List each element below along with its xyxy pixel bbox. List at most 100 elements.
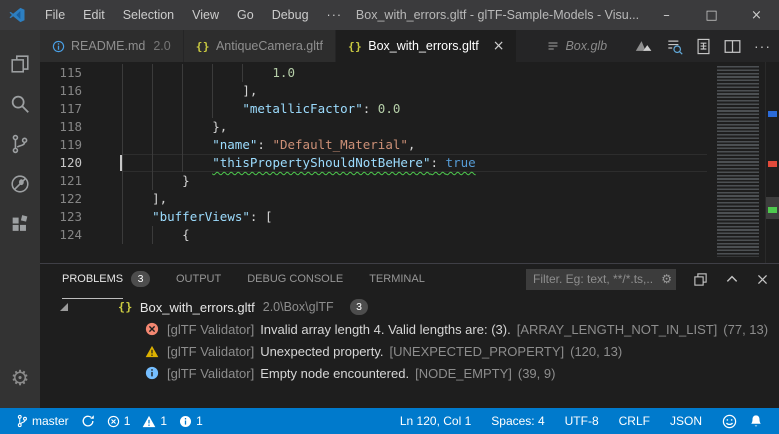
tab-bar: README.md 2.0 {} AntiqueCamera.gltf {} B… <box>40 30 779 62</box>
validation-report-icon[interactable] <box>696 38 711 55</box>
problem-message: Empty node encountered. <box>260 365 410 381</box>
more-actions-icon[interactable]: ··· <box>754 38 771 54</box>
tab-readme[interactable]: README.md 2.0 <box>40 30 184 62</box>
notifications-bell-item[interactable] <box>743 408 769 434</box>
problem-row-error[interactable]: [glTF Validator] Invalid array length 4. … <box>40 318 779 340</box>
indent-guide <box>122 118 123 136</box>
minimap[interactable] <box>707 62 765 263</box>
search-icon[interactable] <box>0 84 40 124</box>
panel-tab-terminal[interactable]: TERMINAL <box>369 264 425 294</box>
indent-guide <box>152 82 154 100</box>
menu-edit[interactable]: Edit <box>74 0 114 30</box>
line-content: "bufferViews": [ <box>122 208 779 226</box>
line-content: ], <box>122 82 779 100</box>
indent-guide <box>122 100 123 118</box>
tab-antiquecamera[interactable]: {} AntiqueCamera.gltf <box>183 30 336 62</box>
problems-file-path: 2.0\Box\glTF <box>262 300 334 314</box>
extensions-icon[interactable] <box>0 204 40 244</box>
line-number: 119 <box>59 137 82 152</box>
close-panel-icon[interactable] <box>756 273 769 286</box>
code-line-119[interactable]: 119 "name": "Default_Material", <box>40 136 779 154</box>
tab-box-glb[interactable]: Box.glb <box>535 30 619 62</box>
feedback-smiley-item[interactable] <box>716 408 743 434</box>
sync-icon <box>82 415 94 427</box>
code-line-124[interactable]: 124 { <box>40 226 779 244</box>
code-editor[interactable]: 115 1.0 116], 117 "metallicFactor": 0.0 118},… <box>40 62 779 263</box>
menu-selection[interactable]: Selection <box>114 0 183 30</box>
open-preview-icon[interactable] <box>666 38 683 55</box>
split-editor-icon[interactable] <box>724 39 741 54</box>
indent-guide <box>242 64 244 82</box>
tab-close-icon[interactable]: × <box>493 39 505 53</box>
panel-header: PROBLEMS 3 OUTPUT DEBUG CONSOLE TERMINAL… <box>40 264 779 299</box>
language-mode-item[interactable]: JSON <box>664 408 708 434</box>
maximize-panel-icon[interactable] <box>725 273 739 285</box>
problem-code: [ARRAY_LENGTH_NOT_IN_LIST] <box>516 321 718 337</box>
problem-row-warning[interactable]: [glTF Validator] Unexpected property. [UNE… <box>40 340 779 362</box>
code-line-118[interactable]: 118}, <box>40 118 779 136</box>
gltf-preview-icon[interactable] <box>635 38 653 54</box>
menu-overflow[interactable]: ··· <box>318 8 352 22</box>
line-number: 121 <box>59 173 82 188</box>
cursor-position-item[interactable]: Ln 120, Col 1 <box>394 408 477 434</box>
problems-file-row[interactable]: {} Box_with_errors.gltf 2.0\Box\glTF 3 <box>40 296 779 318</box>
git-branch-item[interactable]: master <box>10 408 75 434</box>
eol-item[interactable]: CRLF <box>613 408 656 434</box>
json-braces-icon: {} <box>195 39 210 53</box>
menu-view[interactable]: View <box>183 0 228 30</box>
code-line-121[interactable]: 121} <box>40 172 779 190</box>
indentation-item[interactable]: Spaces: 4 <box>485 408 550 434</box>
minimize-button[interactable]: – <box>644 0 689 30</box>
source-control-icon[interactable] <box>0 124 40 164</box>
tab-label: AntiqueCamera.gltf <box>215 39 323 53</box>
code-line-123[interactable]: 123 "bufferViews": [ <box>40 208 779 226</box>
panel-tab-problems[interactable]: PROBLEMS 3 <box>62 264 150 299</box>
errors-item[interactable]: 1 <box>101 408 137 434</box>
indent-guide <box>152 136 154 154</box>
menu-go[interactable]: Go <box>228 0 263 30</box>
sync-item[interactable] <box>75 408 101 434</box>
line-content: "metallicFactor": 0.0 <box>122 100 779 118</box>
code-line-120[interactable]: 120 "thisPropertyShouldNotBeHere": true <box>40 154 779 172</box>
problem-position: (77, 13) <box>723 321 769 337</box>
warnings-item[interactable]: 1 <box>136 408 173 434</box>
panel-tab-output[interactable]: OUTPUT <box>176 264 221 294</box>
maximize-button[interactable]: □ <box>689 0 734 30</box>
indent-guide <box>122 82 123 100</box>
vscode-logo-icon <box>9 7 25 23</box>
explorer-icon[interactable] <box>0 44 40 84</box>
tab-label: README.md <box>71 39 146 53</box>
warning-squiggle: "thisPropertyShouldNotBeHere": true <box>212 155 476 170</box>
encoding-item[interactable]: UTF-8 <box>559 408 605 434</box>
ruler-error-mark <box>768 161 777 167</box>
problem-row-info[interactable]: [glTF Validator] Empty node encountered. [… <box>40 362 779 384</box>
code-line-117[interactable]: 117 "metallicFactor": 0.0 <box>40 100 779 118</box>
line-content: }, <box>122 118 779 136</box>
code-line-115[interactable]: 115 1.0 <box>40 64 779 82</box>
debug-icon[interactable] <box>0 164 40 204</box>
panel-tab-debug-console[interactable]: DEBUG CONSOLE <box>247 264 343 294</box>
infos-item[interactable]: 1 <box>173 408 209 434</box>
problem-rows: [glTF Validator] Invalid array length 4. … <box>40 318 779 384</box>
bell-icon <box>751 414 761 426</box>
code-line-116[interactable]: 116], <box>40 82 779 100</box>
line-number: 123 <box>59 209 82 224</box>
filter-input[interactable] <box>526 268 676 290</box>
collapse-all-icon[interactable] <box>693 272 708 287</box>
menu-debug[interactable]: Debug <box>263 0 318 30</box>
code-line-122[interactable]: 122], <box>40 190 779 208</box>
problems-count-badge: 3 <box>131 271 150 287</box>
expand-twistie-icon[interactable] <box>60 303 68 311</box>
settings-gear-icon[interactable]: ⚙ <box>0 358 40 398</box>
filter-icon[interactable]: ⚙ <box>661 272 672 286</box>
indent-guide <box>122 136 123 154</box>
tab-label: Box.glb <box>565 39 608 53</box>
file-problems-badge: 3 <box>349 299 369 315</box>
ruler-info-mark <box>768 111 777 117</box>
indent-guide <box>122 226 123 244</box>
indent-guide <box>152 118 154 136</box>
menu-file[interactable]: File <box>36 0 74 30</box>
overview-ruler[interactable] <box>765 62 779 263</box>
tab-box-with-errors[interactable]: {} Box_with_errors.gltf × <box>335 30 518 62</box>
close-button[interactable]: × <box>734 0 779 30</box>
